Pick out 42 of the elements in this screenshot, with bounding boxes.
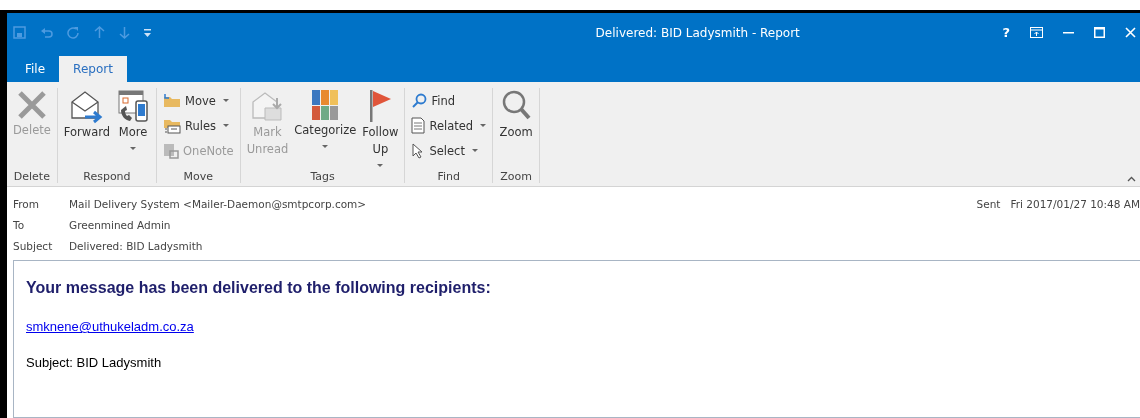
field-label: Sent [976,197,1001,210]
field-label: Subject [13,239,54,252]
group-label: Move [182,169,215,183]
ribbon-display-icon[interactable] [1030,27,1043,38]
message-text: Subject: BID Ladysmith [26,355,163,370]
window-title: Delivered: BID Ladysmith - Report [594,25,801,40]
color-grid-icon [310,88,341,122]
field-value: Greenmined Admin [69,218,171,231]
rules-folder-icon [163,117,182,134]
group-label: Tags [309,169,336,183]
ribbon-button[interactable]: Categorize [292,88,359,168]
group-label: Zoom [499,169,533,183]
ribbon-button[interactable]: Rules [161,113,236,138]
field-value: Fri 2017/01/27 10:48 AM [1010,197,1140,210]
field-value: Mail Delivery System <Mailer-Daemon@smtpcorp.com> [69,197,367,210]
ribbon-tab[interactable]: File [11,56,60,82]
ribbon-tab[interactable]: Report [59,56,127,82]
message-heading: Your message has been delivered to the following recipients: [26,279,492,297]
ribbon-button[interactable]: More [114,88,153,168]
field-value: Delivered: BID Ladysmith [69,239,203,252]
email-link[interactable]: smknene@uthukeladm.co.za [26,319,194,334]
ribbon-button[interactable]: Find [409,88,489,113]
collapse-ribbon-icon[interactable] [1127,176,1136,182]
group-label: Find [436,169,462,183]
field-label: To [13,218,26,231]
ribbon-button[interactable]: Select [409,138,489,163]
folder-icon [163,93,182,108]
search-icon [411,92,428,109]
ribbon-button[interactable]: Follow Up [360,88,401,168]
maximize-icon[interactable] [1094,27,1105,38]
document-icon [411,117,426,134]
group-label: Delete [12,169,51,183]
group-label: Respond [82,169,132,183]
field-label: From [13,197,40,210]
ribbon-button[interactable]: Move [161,88,236,113]
ribbon-button[interactable]: Forward [61,88,113,168]
help-button[interactable]: ? [1002,25,1010,40]
calendar-phone-icon [116,88,151,124]
customize-menu-icon[interactable] [144,28,151,37]
ribbon-button[interactable]: Related [409,113,489,138]
close-icon[interactable] [1125,27,1136,38]
ribbon-button[interactable]: Zoom [497,88,536,168]
